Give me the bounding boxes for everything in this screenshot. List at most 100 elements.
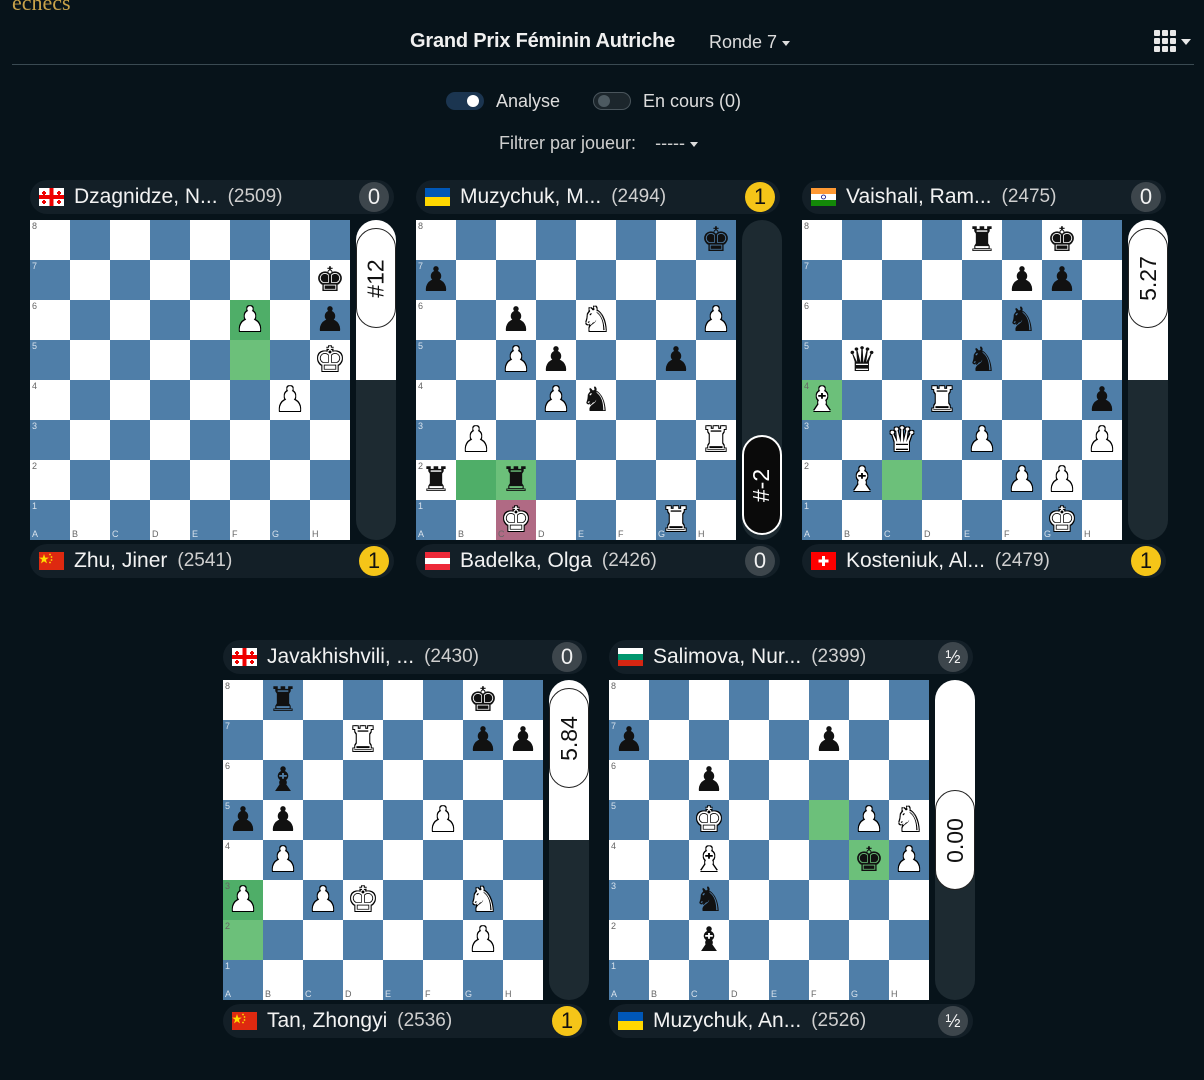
square-b2[interactable]: ♝ (842, 460, 882, 500)
square-b5[interactable] (649, 800, 689, 840)
square-h7[interactable]: ♚ (310, 260, 350, 300)
square-a8[interactable]: 8 (609, 680, 649, 720)
square-b1[interactable]: B (263, 960, 303, 1000)
square-f5[interactable]: ♟ (423, 800, 463, 840)
square-a3[interactable]: 3 (30, 420, 70, 460)
square-c8[interactable] (882, 220, 922, 260)
square-e8[interactable] (190, 220, 230, 260)
square-a4[interactable]: 4 (416, 380, 456, 420)
square-g3[interactable] (849, 880, 889, 920)
square-b2[interactable] (263, 920, 303, 960)
square-h7[interactable] (889, 720, 929, 760)
square-h3[interactable]: ♜ (696, 420, 736, 460)
square-d4[interactable]: ♜ (922, 380, 962, 420)
square-h8[interactable] (503, 680, 543, 720)
square-d7[interactable] (729, 720, 769, 760)
square-d2[interactable] (922, 460, 962, 500)
square-b6[interactable] (649, 760, 689, 800)
square-c8[interactable] (110, 220, 150, 260)
square-b6[interactable] (842, 300, 882, 340)
square-h3[interactable] (310, 420, 350, 460)
square-e4[interactable] (962, 380, 1002, 420)
square-d1[interactable]: D (343, 960, 383, 1000)
square-g2[interactable] (849, 920, 889, 960)
game-card[interactable]: Dzagnidze, N... (2509) 0 8 7 ♚ 6 ♟ ♟ 5 ♚ 4 ♟ 3 2 1 A B… (30, 180, 400, 580)
square-h8[interactable]: ♚ (696, 220, 736, 260)
square-a1[interactable]: 1A (609, 960, 649, 1000)
square-f7[interactable] (616, 260, 656, 300)
square-c6[interactable] (882, 300, 922, 340)
square-b3[interactable] (649, 880, 689, 920)
square-c8[interactable] (689, 680, 729, 720)
square-e3[interactable] (190, 420, 230, 460)
square-e1[interactable]: E (383, 960, 423, 1000)
square-c6[interactable]: ♟ (689, 760, 729, 800)
square-d5[interactable] (922, 340, 962, 380)
square-e3[interactable] (383, 880, 423, 920)
square-a2[interactable]: 2 (609, 920, 649, 960)
player-bar-bottom[interactable]: Badelka, Olga (2426) 0 (416, 544, 780, 578)
square-b5[interactable]: ♟ (263, 800, 303, 840)
square-g8[interactable] (849, 680, 889, 720)
square-d3[interactable] (922, 420, 962, 460)
square-h8[interactable] (889, 680, 929, 720)
square-a6[interactable]: 6 (802, 300, 842, 340)
square-f5[interactable] (230, 340, 270, 380)
square-a7[interactable]: 7 ♟ (416, 260, 456, 300)
square-e2[interactable] (383, 920, 423, 960)
square-b1[interactable]: B (70, 500, 110, 540)
square-c3[interactable]: ♞ (689, 880, 729, 920)
square-f2[interactable] (230, 460, 270, 500)
square-g7[interactable] (656, 260, 696, 300)
square-g3[interactable]: ♞ (463, 880, 503, 920)
square-d8[interactable] (150, 220, 190, 260)
square-d3[interactable] (729, 880, 769, 920)
square-a7[interactable]: 7 (802, 260, 842, 300)
square-f7[interactable]: ♟ (809, 720, 849, 760)
square-f1[interactable]: F (1002, 500, 1042, 540)
square-h1[interactable]: H (503, 960, 543, 1000)
game-card[interactable]: Javakhishvili, ... (2430) 0 8 ♜ ♚ 7 ♜ ♟ ♟ 6 ♝ 5 ♟ ♟… (223, 640, 593, 1040)
square-c4[interactable] (496, 380, 536, 420)
game-card[interactable]: Muzychuk, M... (2494) 1 8 ♚ 7 ♟ 6 ♟ ♞ ♟ 5 ♟ ♟ ♟ 4 ♟ ♞ 3… (416, 180, 786, 580)
square-h5[interactable] (696, 340, 736, 380)
square-g4[interactable] (656, 380, 696, 420)
square-g2[interactable] (656, 460, 696, 500)
square-b1[interactable]: B (842, 500, 882, 540)
square-g8[interactable]: ♚ (463, 680, 503, 720)
square-c2[interactable] (882, 460, 922, 500)
square-h6[interactable] (889, 760, 929, 800)
square-f5[interactable] (616, 340, 656, 380)
square-e6[interactable]: ♞ (576, 300, 616, 340)
square-c2[interactable]: ♝ (689, 920, 729, 960)
square-f2[interactable] (423, 920, 463, 960)
square-f2[interactable]: ♟ (1002, 460, 1042, 500)
square-a7[interactable]: 7 (223, 720, 263, 760)
square-b6[interactable] (70, 300, 110, 340)
square-f1[interactable]: F (809, 960, 849, 1000)
square-a3[interactable]: 3 (609, 880, 649, 920)
square-c7[interactable] (303, 720, 343, 760)
square-b8[interactable] (70, 220, 110, 260)
square-d6[interactable] (343, 760, 383, 800)
square-b4[interactable] (456, 380, 496, 420)
square-d1[interactable]: D (922, 500, 962, 540)
square-b4[interactable]: ♟ (263, 840, 303, 880)
site-logo[interactable]: échecs (12, 0, 71, 16)
square-b6[interactable]: ♝ (263, 760, 303, 800)
square-f7[interactable] (423, 720, 463, 760)
square-c4[interactable]: ♝ (689, 840, 729, 880)
square-e1[interactable]: E (190, 500, 230, 540)
square-h5[interactable]: ♞ (889, 800, 929, 840)
square-f6[interactable] (809, 760, 849, 800)
square-c6[interactable] (110, 300, 150, 340)
square-d1[interactable]: D (729, 960, 769, 1000)
square-e8[interactable]: ♜ (962, 220, 1002, 260)
square-a6[interactable]: 6 (416, 300, 456, 340)
square-b4[interactable] (842, 380, 882, 420)
square-h1[interactable]: H (310, 500, 350, 540)
square-b2[interactable] (456, 460, 496, 500)
square-e3[interactable] (576, 420, 616, 460)
square-d6[interactable] (150, 300, 190, 340)
square-g5[interactable] (463, 800, 503, 840)
